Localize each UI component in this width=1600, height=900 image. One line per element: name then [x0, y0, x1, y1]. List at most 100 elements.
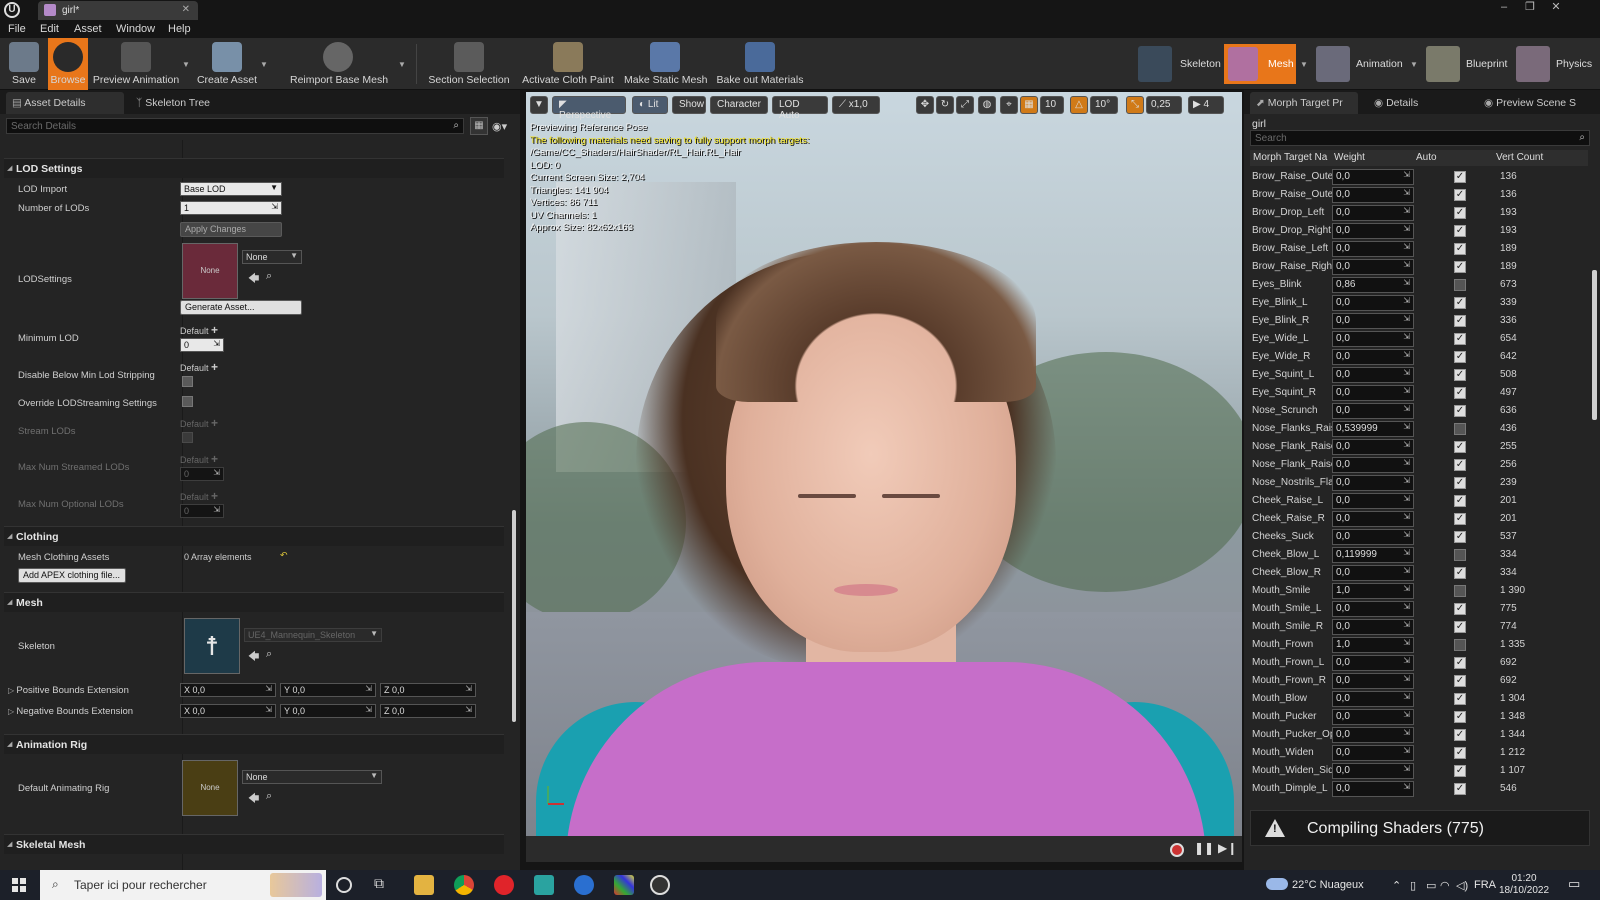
- preview-animation-dropdown-icon[interactable]: ▼: [182, 60, 190, 69]
- menu-asset[interactable]: Asset: [74, 23, 102, 35]
- weight-field[interactable]: 0,539999 ⇲: [1332, 421, 1414, 437]
- neg-bounds-z-field[interactable]: Z 0,0 ⇲: [380, 704, 476, 718]
- scale-snap-icon[interactable]: ⤡: [1126, 96, 1144, 114]
- auto-checkbox[interactable]: ✓: [1454, 171, 1466, 183]
- auto-checkbox[interactable]: ✓: [1454, 693, 1466, 705]
- animating-rig-dropdown[interactable]: None ▼: [242, 770, 382, 784]
- rotate-icon[interactable]: ↻: [936, 96, 954, 114]
- weight-field[interactable]: 0,119999 ⇲: [1332, 547, 1414, 563]
- details-search-input[interactable]: Search Details ⌕: [6, 118, 464, 134]
- tray-device-icon[interactable]: ▯: [1410, 879, 1416, 892]
- table-row[interactable]: Mouth_Frown 1,0⇲ ✓ 1 335: [1250, 636, 1588, 654]
- menu-window[interactable]: Window: [116, 23, 155, 35]
- auto-checkbox[interactable]: ✓: [1454, 261, 1466, 273]
- tab-asset-details[interactable]: ▤ Asset Details: [6, 92, 124, 114]
- pos-bounds-z-field[interactable]: Z 0,0 ⇲: [380, 683, 476, 697]
- use-selected-arrow-icon[interactable]: 🡄: [248, 648, 259, 667]
- app-c-icon[interactable]: [574, 875, 594, 895]
- header-morph-target-name[interactable]: Morph Target Na: [1253, 152, 1327, 163]
- weight-field[interactable]: 0,0 ⇲: [1332, 619, 1414, 635]
- weight-field[interactable]: 0,0 ⇲: [1332, 385, 1414, 401]
- auto-checkbox[interactable]: ✓: [1454, 369, 1466, 381]
- task-view-icon[interactable]: ⧉: [374, 875, 394, 895]
- weight-field[interactable]: 0,0 ⇲: [1332, 349, 1414, 365]
- table-row[interactable]: Brow_Raise_Outer 0,0 ⇲ ✓ 136: [1250, 168, 1588, 186]
- apply-changes-button[interactable]: Apply Changes: [180, 222, 282, 237]
- auto-checkbox[interactable]: ✓: [1454, 747, 1466, 759]
- auto-checkbox[interactable]: ✓: [1454, 783, 1466, 795]
- restore-icon[interactable]: ❐: [1520, 0, 1540, 16]
- taskbar-clock[interactable]: 01:20 18/10/2022: [1496, 873, 1552, 897]
- browse-button[interactable]: Browse: [48, 38, 88, 90]
- positive-bounds-extension-label[interactable]: ▷ Positive Bounds Extension: [8, 685, 129, 696]
- weight-field[interactable]: 0,0 ⇲: [1332, 745, 1414, 761]
- neg-bounds-x-field[interactable]: X 0,0 ⇲: [180, 704, 276, 718]
- tab-morph-target-preview[interactable]: ⬈ Morph Target Pr: [1250, 92, 1358, 114]
- auto-checkbox[interactable]: ✓: [1454, 729, 1466, 741]
- weight-field[interactable]: 0,0 ⇲: [1332, 295, 1414, 311]
- generate-asset-button[interactable]: Generate Asset...: [180, 300, 302, 315]
- app-grid-icon[interactable]: [614, 875, 634, 895]
- weight-field[interactable]: 1,0 ⇲: [1332, 583, 1414, 599]
- table-row[interactable]: Mouth_Blow 0,0 ⇲ ✓ 1 304: [1250, 690, 1588, 708]
- table-row[interactable]: Eyes_Blink 0,86⇲ ✓ 673: [1250, 276, 1588, 294]
- rotation-snap-icon[interactable]: △: [1070, 96, 1088, 114]
- tray-volume-icon[interactable]: ◁): [1456, 879, 1468, 892]
- weight-field[interactable]: 0,0 ⇲: [1332, 259, 1414, 275]
- table-row[interactable]: Cheeks_Suck 0,0 ⇲ ✓ 537: [1250, 528, 1588, 546]
- number-of-lods-field[interactable]: 1 ⇲: [180, 201, 282, 215]
- tray-battery-icon[interactable]: ▭: [1426, 879, 1436, 892]
- table-row[interactable]: Cheek_Raise_L 0,0 ⇲ ✓ 201: [1250, 492, 1588, 510]
- unreal-engine-taskbar-icon[interactable]: [650, 875, 670, 895]
- table-row[interactable]: Eye_Blink_L 0,0 ⇲ ✓ 339: [1250, 294, 1588, 312]
- add-icon[interactable]: +: [211, 323, 218, 337]
- table-row[interactable]: Mouth_Frown_R 0,0 ⇲ ✓ 692: [1250, 672, 1588, 690]
- lit-button[interactable]: ◐ Lit: [632, 96, 668, 114]
- browse-asset-search-icon[interactable]: ⌕: [266, 270, 272, 283]
- file-explorer-icon[interactable]: [414, 875, 434, 895]
- table-row[interactable]: Mouth_Widen_Sides0,0⇲ ✓ 1 107: [1250, 762, 1588, 780]
- weight-field[interactable]: 0,0 ⇲: [1332, 763, 1414, 779]
- skeleton-mode-icon[interactable]: [1138, 46, 1172, 82]
- table-row[interactable]: Mouth_Smile_R 0,0 ⇲ ✓ 774: [1250, 618, 1588, 636]
- table-row[interactable]: Mouth_Pucker_Open0,0⇲ ✓ 1 344: [1250, 726, 1588, 744]
- weight-field[interactable]: 0,0 ⇲: [1332, 709, 1414, 725]
- section-skeletal-mesh[interactable]: ◢ Skeletal Mesh: [4, 834, 504, 854]
- auto-checkbox[interactable]: ✓: [1454, 639, 1466, 651]
- tray-chevron-up-icon[interactable]: ⌃: [1392, 879, 1401, 892]
- reimport-dropdown-icon[interactable]: ▼: [398, 60, 406, 69]
- section-mesh[interactable]: ◢ Mesh: [4, 592, 504, 612]
- weight-field[interactable]: 0,0 ⇲: [1332, 187, 1414, 203]
- chrome-icon[interactable]: [454, 875, 474, 895]
- table-row[interactable]: Mouth_Frown_L 0,0 ⇲ ✓ 692: [1250, 654, 1588, 672]
- menu-file[interactable]: File: [8, 23, 26, 35]
- preview-animation-button[interactable]: Preview Animation: [92, 38, 180, 90]
- blueprint-mode-label[interactable]: Blueprint: [1466, 58, 1507, 70]
- auto-checkbox[interactable]: ✓: [1454, 351, 1466, 363]
- disable-min-lod-stripping-checkbox[interactable]: [182, 376, 193, 387]
- auto-checkbox[interactable]: ✓: [1454, 603, 1466, 615]
- physics-mode-label[interactable]: Physics: [1556, 58, 1592, 70]
- skeleton-mode-label[interactable]: Skeleton: [1180, 58, 1221, 70]
- auto-checkbox[interactable]: ✓: [1454, 225, 1466, 237]
- tab-skeleton-tree[interactable]: ᛉ Skeleton Tree: [130, 92, 250, 114]
- table-row[interactable]: Brow_Raise_Right 0,0 ⇲ ✓ 189: [1250, 258, 1588, 276]
- weight-field[interactable]: 0,0 ⇲: [1332, 313, 1414, 329]
- scale-icon[interactable]: ⤢: [956, 96, 974, 114]
- lodsettings-asset-dropdown[interactable]: None ▼: [242, 250, 302, 264]
- table-row[interactable]: Cheek_Blow_R 0,0 ⇲ ✓ 334: [1250, 564, 1588, 582]
- auto-checkbox[interactable]: ✓: [1454, 711, 1466, 723]
- mesh-mode-dropdown-icon[interactable]: ▼: [1300, 60, 1308, 69]
- weight-field[interactable]: 0,0 ⇲: [1332, 439, 1414, 455]
- preview-viewport[interactable]: Previewing Reference Pose The following …: [526, 92, 1242, 836]
- grid-snap-icon[interactable]: ▦: [1020, 96, 1038, 114]
- table-row[interactable]: Nose_Scrunch 0,0 ⇲ ✓ 636: [1250, 402, 1588, 420]
- weight-field[interactable]: 0,0 ⇲: [1332, 223, 1414, 239]
- weight-field[interactable]: 0,0 ⇲: [1332, 601, 1414, 617]
- auto-checkbox[interactable]: ✓: [1454, 585, 1466, 597]
- weight-field[interactable]: 0,0 ⇲: [1332, 655, 1414, 671]
- animating-rig-thumbnail[interactable]: None: [182, 760, 238, 816]
- weight-field[interactable]: 0,0 ⇲: [1332, 475, 1414, 491]
- app-m-icon[interactable]: [534, 875, 554, 895]
- scale-snap-value[interactable]: 0,25: [1146, 96, 1182, 114]
